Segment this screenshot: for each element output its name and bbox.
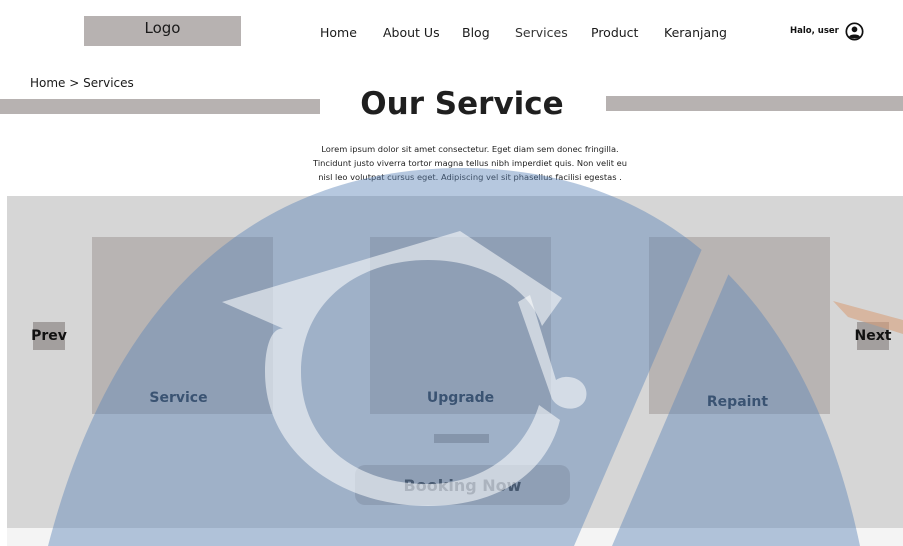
nav-product[interactable]: Product bbox=[591, 25, 638, 40]
title-divider-left bbox=[0, 99, 320, 114]
upgrade-card-label: Upgrade bbox=[426, 390, 495, 406]
repaint-card[interactable] bbox=[649, 237, 830, 414]
title-divider-right bbox=[606, 96, 903, 111]
breadcrumb-current: Services bbox=[83, 76, 134, 90]
intro-text: Lorem ipsum dolor sit amet consectetur. … bbox=[270, 142, 670, 184]
nav-services[interactable]: Services bbox=[515, 25, 568, 40]
logo[interactable]: Logo bbox=[84, 16, 241, 46]
repaint-card-label: Repaint bbox=[706, 394, 769, 410]
carousel-prev-button[interactable]: Prev bbox=[31, 322, 67, 350]
intro-line: nisl leo volutpat cursus eget. Adipiscin… bbox=[318, 172, 622, 182]
page-title: Our Service bbox=[360, 86, 564, 122]
intro-line: Lorem ipsum dolor sit amet consectetur. … bbox=[321, 144, 619, 154]
user-circle-icon[interactable] bbox=[845, 22, 864, 41]
user-greeting: Halo, user bbox=[790, 26, 839, 36]
nav-about-us[interactable]: About Us bbox=[383, 25, 440, 40]
carousel-indicator[interactable] bbox=[434, 434, 489, 443]
carousel-next-button[interactable]: Next bbox=[855, 322, 891, 350]
breadcrumb: Home > Services bbox=[30, 76, 134, 90]
intro-line: Tincidunt justo viverra tortor magna tel… bbox=[313, 158, 627, 168]
breadcrumb-separator: > bbox=[69, 76, 80, 90]
footer-strip bbox=[7, 528, 903, 546]
service-card[interactable] bbox=[92, 237, 273, 414]
service-card-label: Service bbox=[149, 390, 208, 406]
nav-blog[interactable]: Blog bbox=[462, 25, 490, 40]
upgrade-card[interactable] bbox=[370, 237, 551, 414]
booking-now-button[interactable]: Booking Now bbox=[355, 465, 570, 505]
nav-home[interactable]: Home bbox=[320, 25, 357, 40]
nav-keranjang[interactable]: Keranjang bbox=[664, 25, 727, 40]
breadcrumb-home[interactable]: Home bbox=[30, 76, 65, 90]
